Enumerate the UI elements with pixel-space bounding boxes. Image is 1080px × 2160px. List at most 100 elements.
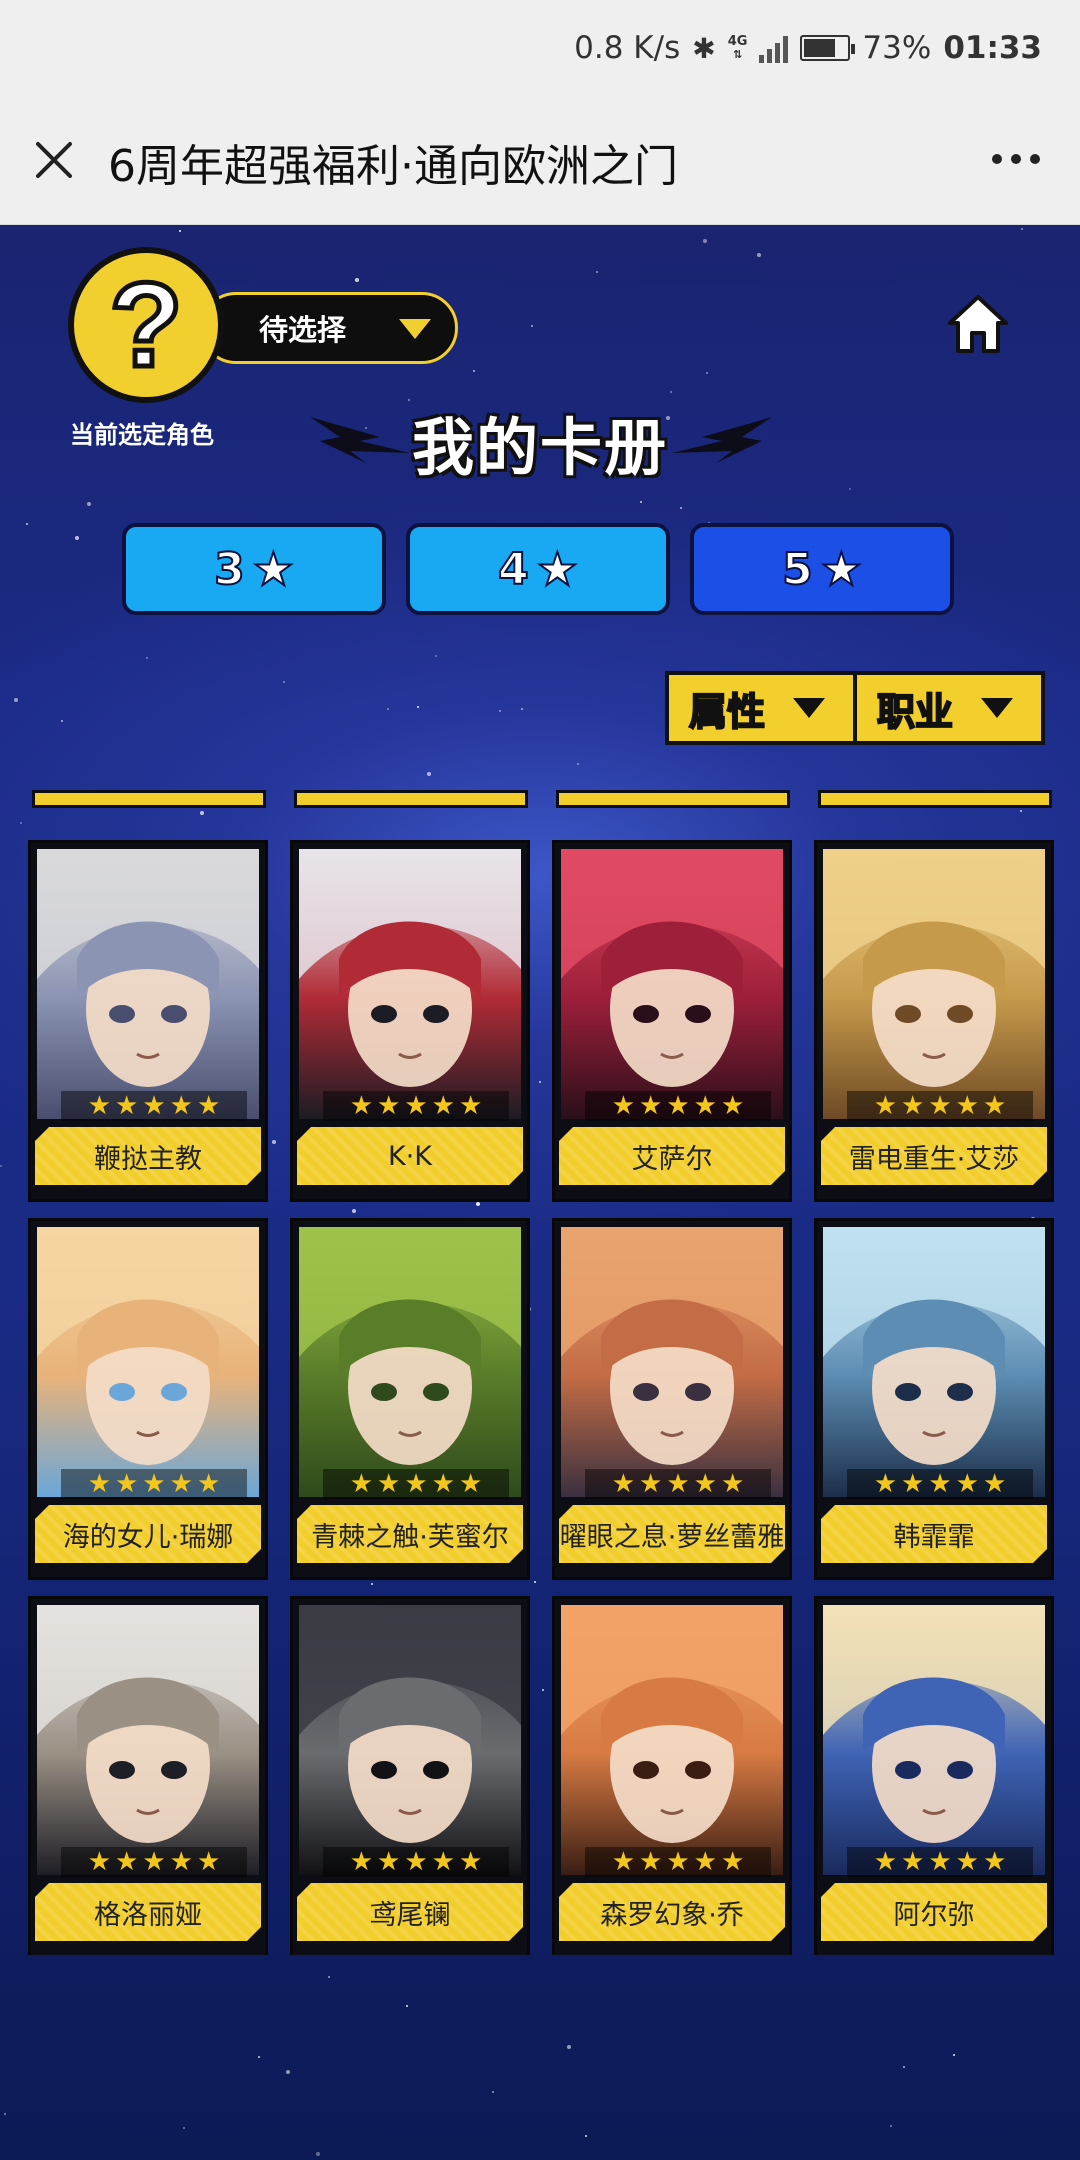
- character-name-bar: 韩霏霏: [821, 1505, 1047, 1563]
- background-star: [258, 2056, 260, 2058]
- tab-3-star[interactable]: 3 ★: [122, 523, 386, 615]
- star-icon: ★: [666, 1847, 690, 1877]
- selected-role-portrait[interactable]: ?: [68, 247, 224, 403]
- character-name: 海的女儿·瑞娜: [62, 1521, 234, 1553]
- attribute-filter-dropdown[interactable]: 属性: [665, 671, 857, 745]
- more-options-icon[interactable]: [992, 154, 1040, 164]
- rarity-tabs: 3 ★ 4 ★ 5 ★: [122, 523, 954, 615]
- attribute-filter-label: 属性: [688, 689, 766, 735]
- background-star: [283, 681, 285, 683]
- rarity-stars: ★ ★ ★ ★ ★: [61, 1847, 247, 1877]
- card-partial-top[interactable]: [294, 790, 528, 808]
- background-star: [680, 507, 682, 509]
- star-icon: ★: [693, 1847, 717, 1877]
- bluetooth-icon: ✱: [692, 31, 716, 65]
- star-icon: ★: [169, 1469, 193, 1499]
- star-icon: ★: [720, 1469, 745, 1499]
- character-card[interactable]: ★ ★ ★ ★ ★ 曜眼之息·萝丝蕾雅: [552, 1218, 792, 1580]
- character-name: 森罗幻象·乔: [600, 1899, 744, 1931]
- star-icon: ★: [901, 1091, 925, 1121]
- background-star: [387, 708, 389, 710]
- character-portrait: [561, 1605, 783, 1875]
- background-star: [26, 523, 28, 525]
- profession-filter-dropdown[interactable]: 职业: [853, 671, 1045, 745]
- star-icon: ★: [611, 1091, 636, 1121]
- character-name-bar: 艾萨尔: [559, 1127, 785, 1185]
- dropdown-triangle-icon: [399, 319, 431, 339]
- star-icon: ★: [955, 1091, 979, 1121]
- star-icon: ★: [928, 1091, 952, 1121]
- character-name-bar: 雷电重生·艾莎: [821, 1127, 1047, 1185]
- character-card[interactable]: ★ ★ ★ ★ ★ 鸢尾镧: [290, 1596, 530, 1955]
- tab-4-star[interactable]: 4 ★: [406, 523, 670, 615]
- character-portrait: [823, 849, 1045, 1119]
- star-icon: ★: [955, 1847, 979, 1877]
- background-star: [531, 325, 533, 327]
- star-icon: ★: [349, 1847, 374, 1877]
- character-card[interactable]: ★ ★ ★ ★ ★ 鞭挞主教: [28, 840, 268, 1202]
- star-icon: ★: [404, 1847, 428, 1877]
- character-card[interactable]: ★ ★ ★ ★ ★ K·K: [290, 840, 530, 1202]
- character-name: 雷电重生·艾莎: [848, 1143, 1020, 1175]
- character-card[interactable]: ★ ★ ★ ★ ★ 青棘之触·芙蜜尔: [290, 1218, 530, 1580]
- tab-5-star[interactable]: 5 ★: [690, 523, 954, 615]
- tab-4-star-label: 4: [497, 543, 530, 596]
- background-star: [640, 501, 642, 503]
- character-name: 艾萨尔: [631, 1143, 713, 1175]
- star-icon: ★: [404, 1469, 428, 1499]
- character-card[interactable]: ★ ★ ★ ★ ★ 雷电重生·艾莎: [814, 840, 1054, 1202]
- star-icon: ★: [142, 1091, 166, 1121]
- background-star: [577, 763, 579, 765]
- card-partial-top[interactable]: [818, 790, 1052, 808]
- dropdown-triangle-icon: [793, 698, 826, 718]
- filter-bar: 属性 职业: [665, 671, 1045, 745]
- rarity-stars: ★ ★ ★ ★ ★: [61, 1469, 247, 1499]
- star-icon: ★: [87, 1847, 112, 1877]
- rarity-stars: ★ ★ ★ ★ ★: [323, 1469, 509, 1499]
- character-portrait: [823, 1605, 1045, 1875]
- close-icon[interactable]: [30, 136, 78, 184]
- character-name-bar: 鞭挞主教: [35, 1127, 261, 1185]
- character-card[interactable]: ★ ★ ★ ★ ★ 格洛丽娅: [28, 1596, 268, 1955]
- star-icon: ★: [611, 1469, 636, 1499]
- card-grid[interactable]: ★ ★ ★ ★ ★ 鞭挞主教 ★ ★ ★ ★ ★ K·K ★ ★ ★ ★ ★ 艾萨尔 ★ ★ ★ ★ ★ 雷电重生·艾莎 ★ ★ ★…: [0, 790, 1080, 1955]
- character-card[interactable]: ★ ★ ★ ★ ★ 森罗幻象·乔: [552, 1596, 792, 1955]
- star-icon: ★: [115, 1091, 139, 1121]
- star-icon: ★: [377, 1091, 401, 1121]
- tab-5-star-label: 5: [781, 543, 814, 596]
- star-icon: ★: [404, 1091, 428, 1121]
- character-portrait: [561, 1227, 783, 1497]
- character-card[interactable]: ★ ★ ★ ★ ★ 海的女儿·瑞娜: [28, 1218, 268, 1580]
- character-name-bar: 格洛丽娅: [35, 1883, 261, 1941]
- character-portrait: [299, 1227, 521, 1497]
- background-star: [87, 502, 91, 506]
- character-card[interactable]: ★ ★ ★ ★ ★ 韩霏霏: [814, 1218, 1054, 1580]
- star-icon: ★: [196, 1469, 221, 1499]
- character-card[interactable]: ★ ★ ★ ★ ★ 艾萨尔: [552, 840, 792, 1202]
- character-name-bar: 曜眼之息·萝丝蕾雅: [559, 1505, 785, 1563]
- star-icon: ★: [458, 1469, 483, 1499]
- album-title: 我的卡册: [411, 411, 668, 484]
- star-icon: ★: [873, 1847, 898, 1877]
- character-portrait: [299, 849, 521, 1119]
- character-name: 鞭挞主教: [94, 1143, 202, 1175]
- star-icon: ★: [431, 1091, 455, 1121]
- character-name: K·K: [388, 1140, 432, 1172]
- character-card[interactable]: ★ ★ ★ ★ ★ 阿尔弥: [814, 1596, 1054, 1955]
- background-star: [61, 720, 63, 722]
- character-name: 阿尔弥: [893, 1899, 975, 1931]
- star-icon: ★: [349, 1469, 374, 1499]
- background-star: [567, 2045, 571, 2049]
- card-partial-top[interactable]: [32, 790, 266, 808]
- background-star: [406, 2005, 408, 2007]
- role-select-dropdown[interactable]: 待选择: [200, 292, 458, 364]
- star-icon: ★: [873, 1469, 898, 1499]
- background-star: [849, 488, 851, 490]
- status-indicators: 0.8 K/s ✱ 4G ⇅ 73% 01:33: [574, 24, 1042, 72]
- background-star: [670, 391, 672, 393]
- home-icon[interactable]: [944, 291, 1012, 357]
- character-name: 格洛丽娅: [94, 1899, 202, 1931]
- card-partial-top[interactable]: [556, 790, 790, 808]
- rarity-stars: ★ ★ ★ ★ ★: [61, 1091, 247, 1121]
- character-name: 曜眼之息·萝丝蕾雅: [559, 1521, 785, 1553]
